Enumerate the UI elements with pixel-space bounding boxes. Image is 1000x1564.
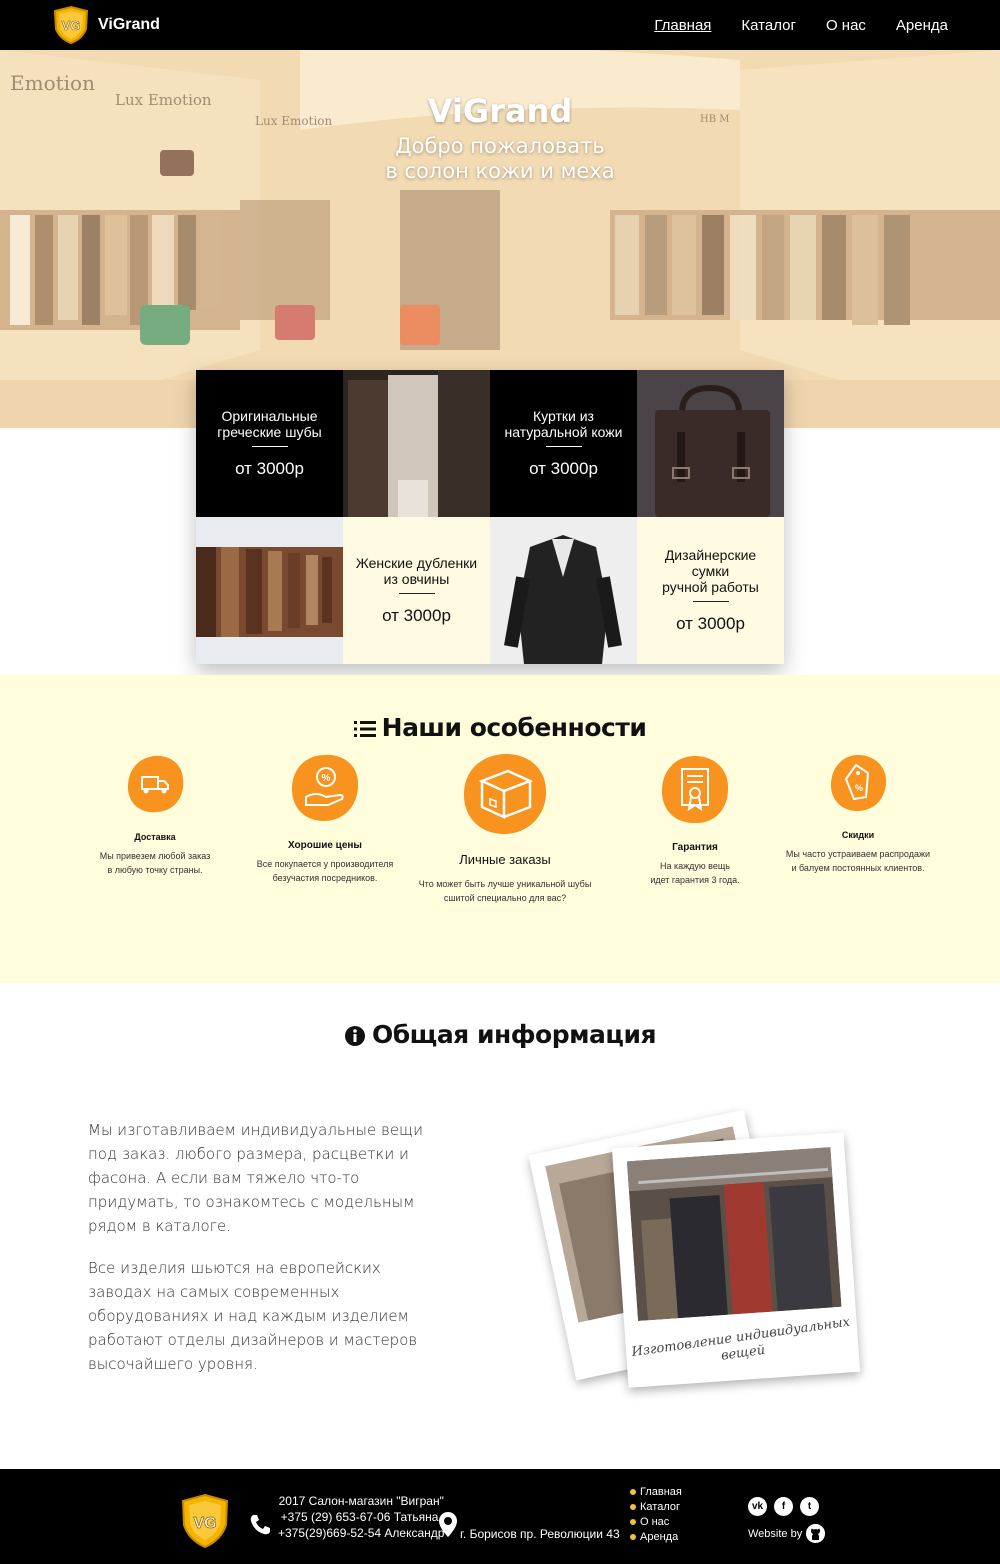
fur-rack-image bbox=[196, 517, 343, 664]
info-paragraph-2: Все изделия шьются на европейских завода… bbox=[88, 1259, 418, 1373]
product-card-leather-jackets[interactable]: Куртки из натуральной кожи от 3000р bbox=[490, 370, 637, 517]
footer-address: г. Борисов пр. Революции 43 bbox=[460, 1527, 620, 1541]
hero-subtitle: Добро пожаловать в солон кожи и меха bbox=[385, 134, 615, 183]
hero-title: ViGrand bbox=[427, 92, 573, 130]
leather-jacket-image bbox=[490, 517, 637, 664]
box-icon bbox=[463, 753, 547, 834]
info-title: Общая информация bbox=[0, 1020, 1000, 1049]
info-paragraph-1: Мы изготавливаем индивидуальные вещи под… bbox=[88, 1121, 423, 1235]
footer-contacts: 2017 Салон-магазин "Вигран" +375 (29) 65… bbox=[278, 1494, 445, 1540]
logo-badge-icon: VG bbox=[53, 5, 89, 45]
product-card-designer-bags[interactable]: Дизайнерские сумки ручной работы от 3000р bbox=[637, 517, 784, 664]
feature-discounts: % Скидки Мы часто устраиваем распродажи и… bbox=[778, 753, 938, 875]
footer-link-rent[interactable]: Аренда bbox=[630, 1530, 682, 1545]
info-icon bbox=[344, 1026, 365, 1046]
footer-link-home[interactable]: Главная bbox=[630, 1485, 682, 1500]
footer-link-about[interactable]: О нас bbox=[630, 1515, 682, 1530]
product-card-greek-furs[interactable]: Оригинальные греческие шубы от 3000р bbox=[196, 370, 343, 517]
product-name: Куртки из натуральной кожи bbox=[504, 408, 623, 440]
location-pin-icon bbox=[439, 1512, 457, 1537]
photo-caption: Изготовление индивидуальных вещей bbox=[630, 1314, 851, 1364]
nav-about[interactable]: О нас bbox=[826, 17, 866, 34]
footer-logo-icon[interactable]: VG bbox=[180, 1493, 230, 1549]
divider bbox=[398, 593, 435, 594]
product-name: Дизайнерские сумки ручной работы bbox=[662, 547, 759, 595]
nav-home[interactable]: Главная bbox=[654, 17, 711, 34]
nav-rent[interactable]: Аренда bbox=[896, 17, 948, 34]
feature-personal-orders: Личные заказы Что может быть лучше уника… bbox=[410, 751, 600, 905]
svg-text:VG: VG bbox=[193, 1515, 216, 1532]
product-price: от 3000р bbox=[676, 614, 745, 633]
main-nav: Главная Каталог О нас Аренда bbox=[654, 17, 948, 34]
fur-coats-image bbox=[343, 370, 490, 517]
product-name: Женские дубленки из овчины bbox=[355, 555, 478, 587]
twitter-icon[interactable]: t bbox=[800, 1497, 819, 1516]
product-price: от 3000р bbox=[529, 459, 598, 478]
svg-text:VG: VG bbox=[62, 18, 81, 33]
social-links: vk f t bbox=[748, 1497, 819, 1516]
phone-icon bbox=[250, 1515, 270, 1535]
divider bbox=[692, 601, 729, 602]
polaroid-front: Изготовление индивидуальных вещей bbox=[611, 1132, 861, 1388]
photo-stack: Изготовление индивидуальных вещей bbox=[528, 1100, 870, 1390]
percent-hand-icon: % bbox=[291, 754, 359, 821]
svg-text:%: % bbox=[855, 783, 863, 793]
truck-icon bbox=[127, 755, 184, 813]
svg-text:%: % bbox=[322, 773, 331, 784]
feature-delivery: Доставка Мы привезем любой заказ в любую … bbox=[80, 753, 230, 877]
divider bbox=[251, 446, 288, 447]
footer-link-catalog[interactable]: Каталог bbox=[630, 1500, 682, 1515]
workshop-photo bbox=[626, 1147, 842, 1321]
features-title: Наши особенности bbox=[0, 713, 1000, 742]
info-text: Мы изготавливаем индивидуальные вещи под… bbox=[88, 1118, 448, 1394]
vk-icon[interactable]: vk bbox=[748, 1497, 767, 1516]
tag-icon: % bbox=[830, 755, 886, 811]
site-header: VG ViGrand Главная Каталог О нас Аренда bbox=[0, 0, 1000, 50]
leather-bag-image bbox=[637, 370, 784, 517]
divider bbox=[545, 446, 582, 447]
product-name: Оригинальные греческие шубы bbox=[217, 408, 322, 440]
product-price: от 3000р bbox=[382, 606, 451, 625]
features-section: Наши особенности Доставка Мы привезем лю… bbox=[0, 675, 1000, 983]
nav-catalog[interactable]: Каталог bbox=[741, 17, 796, 34]
github-icon[interactable] bbox=[806, 1524, 826, 1543]
logo[interactable]: VG ViGrand bbox=[52, 5, 160, 45]
site-footer: VG 2017 Салон-магазин "Вигран" +375 (29)… bbox=[0, 1469, 1000, 1564]
facebook-icon[interactable]: f bbox=[774, 1497, 793, 1516]
brand-name: ViGrand bbox=[98, 16, 160, 33]
product-card-sheepskin-coats[interactable]: Женские дубленки из овчины от 3000р bbox=[343, 517, 490, 664]
list-icon bbox=[353, 721, 376, 737]
product-price: от 3000р bbox=[235, 459, 304, 478]
website-by: Website by bbox=[748, 1524, 826, 1543]
feature-good-prices: % Хорошие цены Все покупается у производ… bbox=[245, 751, 405, 885]
product-grid: Оригинальные греческие шубы от 3000р Курт… bbox=[196, 370, 784, 664]
feature-guarantee: Гарантия На каждую вещь идет гарантия 3 г… bbox=[620, 753, 770, 887]
footer-links: Главная Каталог О нас Аренда bbox=[630, 1485, 682, 1545]
certificate-icon bbox=[661, 756, 729, 824]
